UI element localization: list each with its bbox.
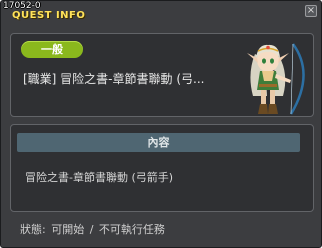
quest-status: 狀態: 可開始 / 不可執行任務 xyxy=(20,223,165,236)
quest-category-badge: 一般 xyxy=(21,41,83,58)
quest-info-window: 17052-0 QUEST INFO × 一般 [職業] 冒险之書-章節書聯動 … xyxy=(0,0,322,248)
elf-archer-npc-icon xyxy=(247,43,305,115)
content-header: 內容 xyxy=(17,133,300,152)
quest-name: [職業] 冒险之書-章節書聯動 (弓... xyxy=(23,72,205,86)
quest-summary-panel: 一般 [職業] 冒险之書-章節書聯動 (弓... xyxy=(10,33,314,117)
quest-content-panel: 內容 冒险之書-章節書聯動 (弓箭手) xyxy=(10,124,314,212)
window-title: QUEST INFO xyxy=(12,10,86,21)
content-text: 冒险之書-章節書聯動 (弓箭手) xyxy=(25,171,174,184)
close-button[interactable]: × xyxy=(305,5,317,17)
